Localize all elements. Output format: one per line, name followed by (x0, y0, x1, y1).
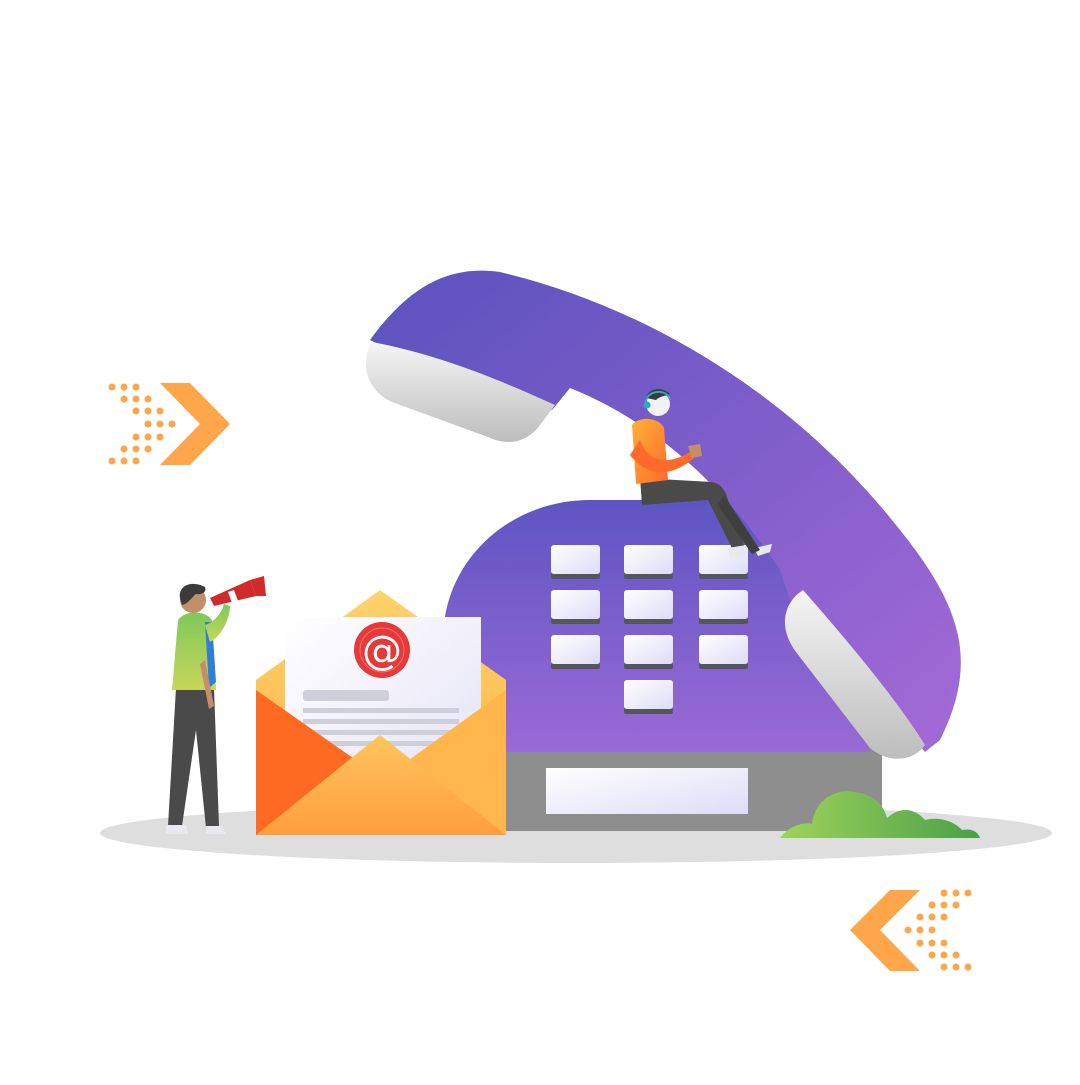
man-with-megaphone (166, 576, 266, 834)
chevron-right-icon (108, 383, 230, 465)
dot-pattern-right (904, 889, 972, 971)
chevron-left-icon (850, 889, 972, 971)
at-sign-icon: @ (354, 622, 410, 678)
letter-line-title (303, 690, 389, 701)
megaphone-icon (210, 576, 266, 606)
keypad-row-1 (551, 545, 748, 579)
contact-illustration: @ (0, 0, 1080, 1080)
letter-line (303, 730, 459, 735)
illustration-canvas: @ (100, 270, 1052, 971)
keypad-row-2 (551, 590, 748, 624)
man-legs (168, 688, 219, 828)
letter-line (303, 719, 459, 724)
phone-display (546, 768, 748, 814)
man-shoe-left (166, 825, 188, 834)
envelope-icon: @ (256, 590, 506, 835)
keypad-row-3 (551, 635, 748, 669)
dot-pattern-left (108, 383, 176, 465)
at-sign-text: @ (362, 628, 402, 674)
letter-line (303, 708, 459, 713)
keypad-row-4 (624, 680, 673, 714)
